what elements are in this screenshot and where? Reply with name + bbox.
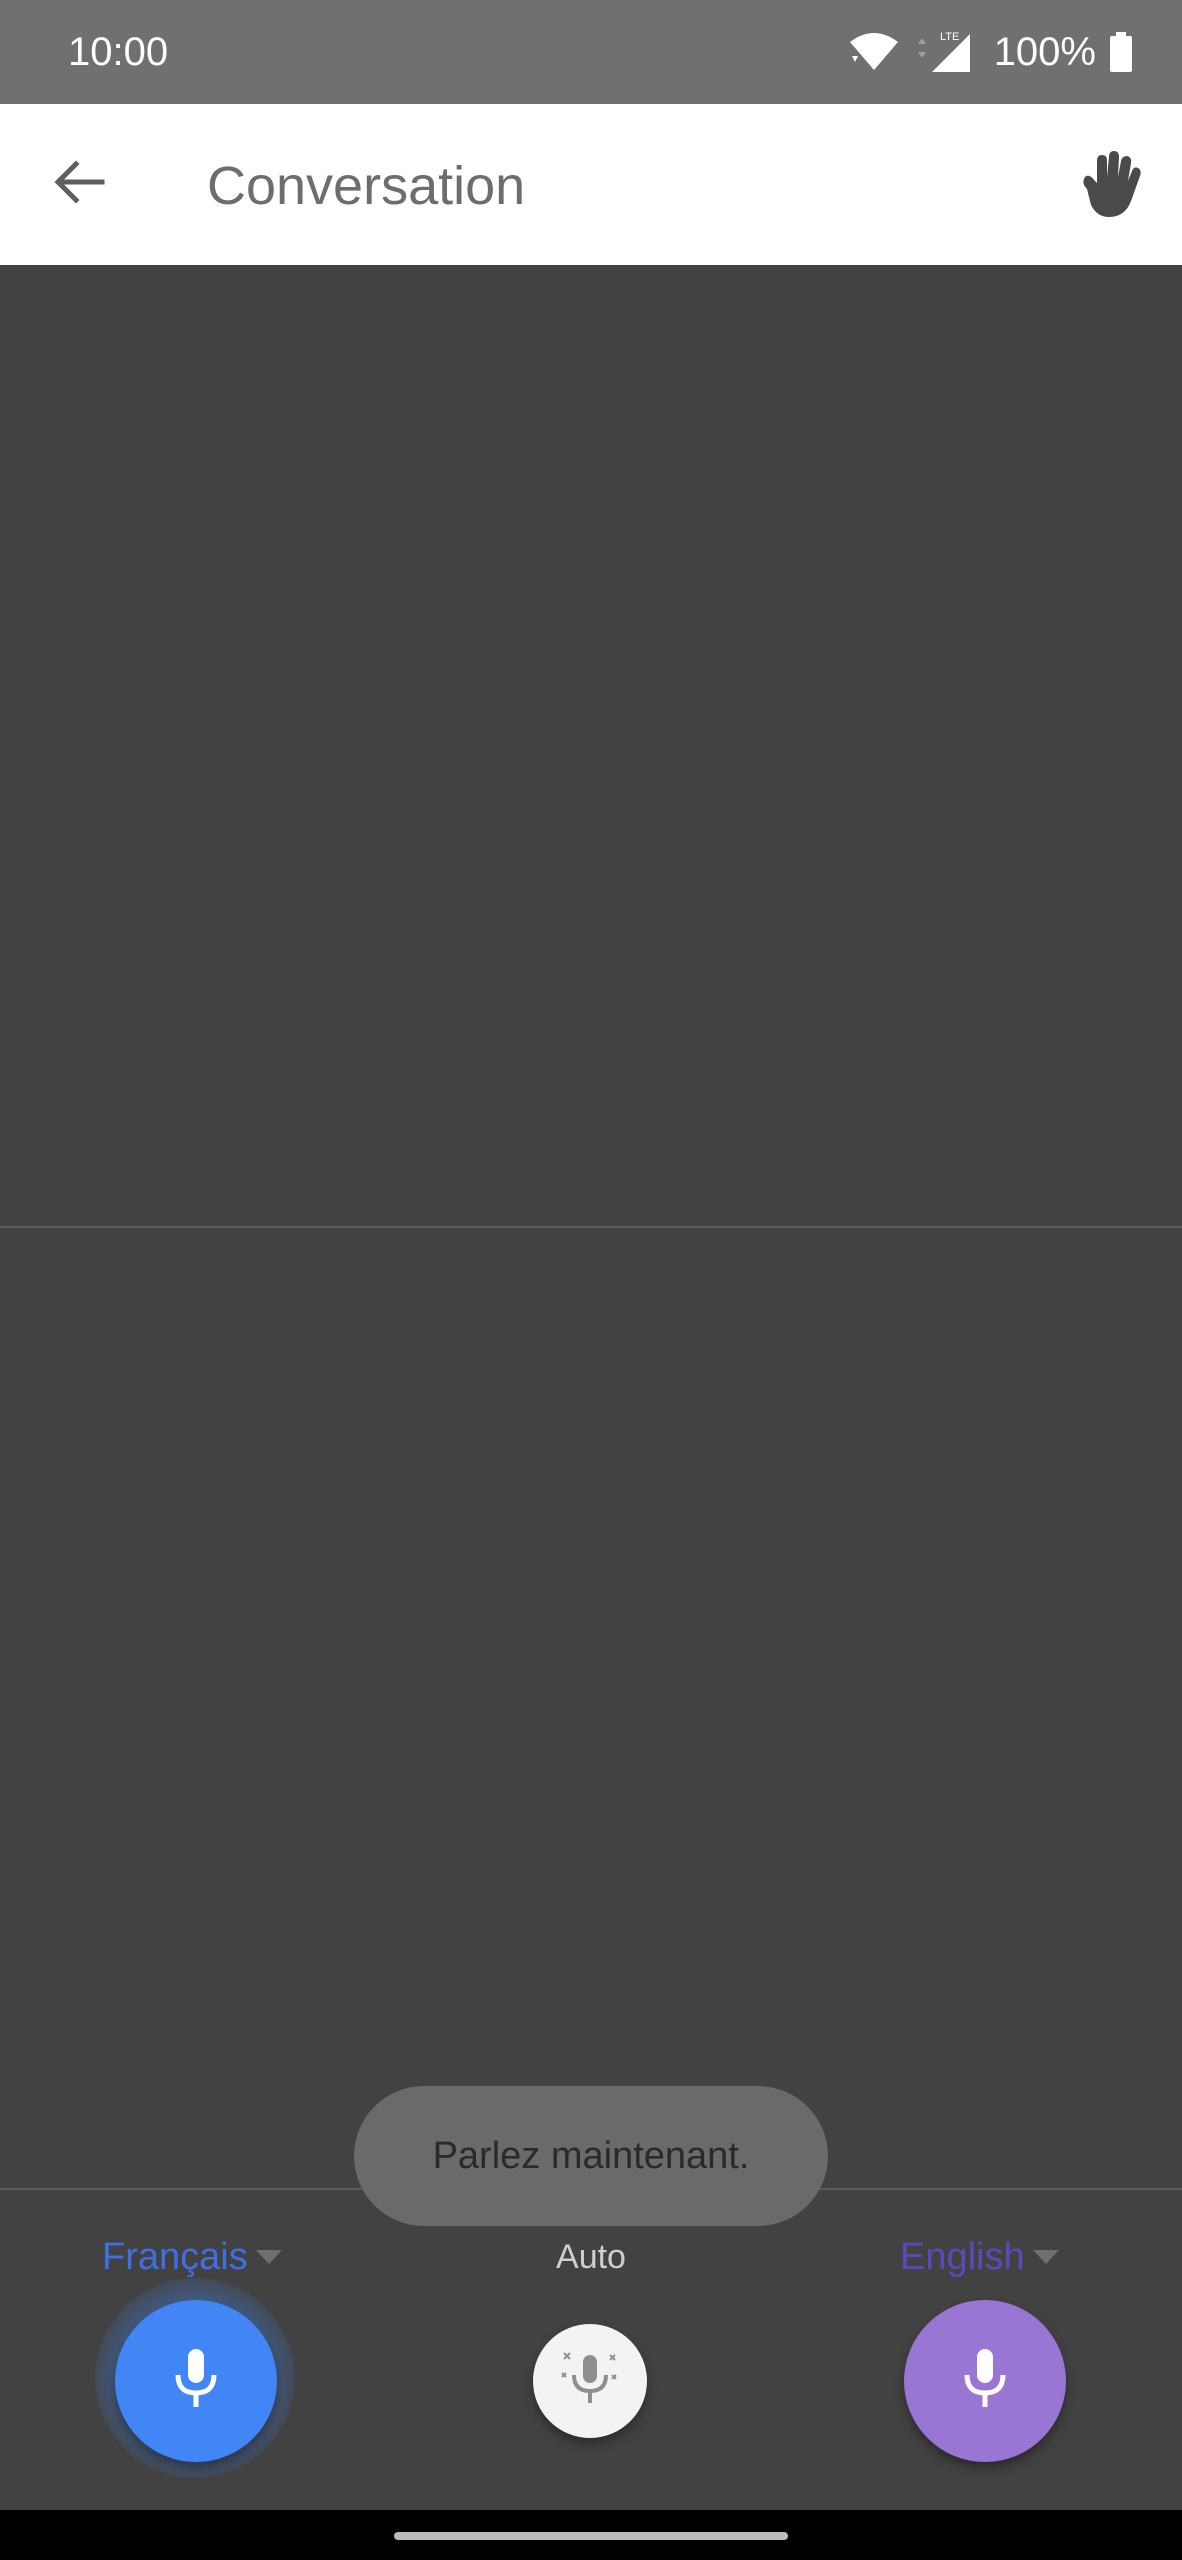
back-button[interactable] [40, 144, 120, 224]
network-type-label: LTE [940, 31, 959, 43]
app-bar: Conversation [0, 104, 1182, 265]
battery-icon [1110, 32, 1132, 72]
target-language-selector[interactable]: English [900, 2234, 1059, 2280]
system-nav-bar [0, 2510, 1182, 2560]
speak-now-toast: Parlez maintenant. [354, 2086, 828, 2226]
signal-icon: LTE [914, 30, 974, 74]
auto-mic-button[interactable] [533, 2324, 647, 2438]
arrow-back-icon [54, 159, 106, 209]
dropdown-caret-icon [1032, 2250, 1059, 2264]
source-language-selector[interactable]: Français [102, 2234, 282, 2280]
microphone-icon [963, 2347, 1007, 2416]
dropdown-caret-icon [255, 2250, 282, 2264]
auto-mode-label: Auto [556, 2238, 626, 2276]
mic-controls: Français Auto English [0, 2190, 1182, 2510]
conversation-pane-bottom [0, 1228, 1182, 2188]
home-gesture-handle[interactable] [394, 2532, 788, 2540]
status-bar: 10:00 LTE 100% [0, 0, 1182, 104]
target-language-label: English [900, 2236, 1025, 2278]
conversation-screen: 10:00 LTE 100% Conversation Français Aut… [0, 0, 1182, 2560]
hand-icon [1077, 149, 1143, 224]
source-language-label: Français [102, 2236, 248, 2278]
target-mic-button[interactable] [904, 2300, 1066, 2462]
battery-percentage: 100% [993, 30, 1096, 74]
conversation-pane-top [0, 265, 1182, 1226]
source-mic-button[interactable] [115, 2300, 277, 2462]
wifi-icon [848, 32, 900, 72]
status-time: 10:00 [68, 30, 169, 74]
auto-microphone-icon [558, 2347, 622, 2416]
status-icons: LTE 100% [848, 26, 1132, 78]
toast-message: Parlez maintenant. [432, 2134, 750, 2177]
page-title: Conversation [207, 156, 526, 216]
microphone-icon [174, 2347, 218, 2416]
hand-button[interactable] [1068, 144, 1152, 228]
